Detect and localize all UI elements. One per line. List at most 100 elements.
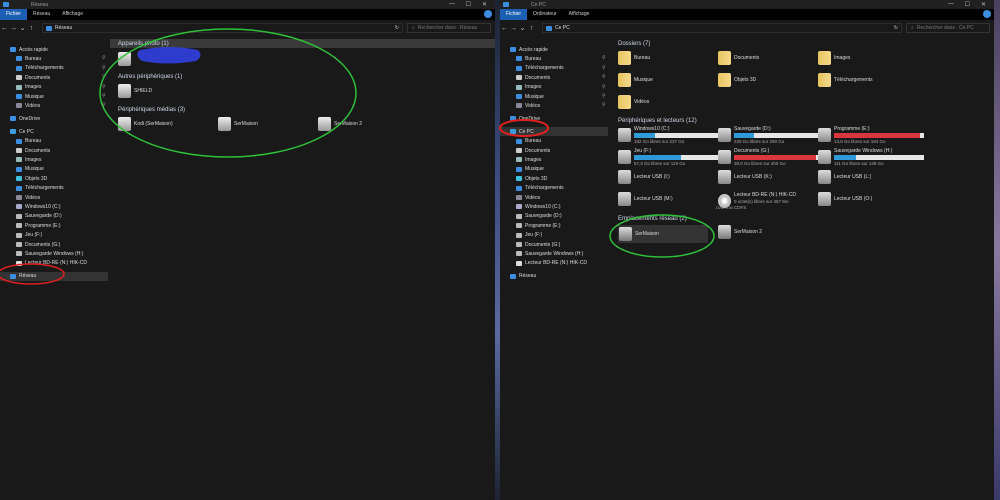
recent-dropdown[interactable]: ⌄ <box>18 24 27 32</box>
breadcrumb[interactable]: Réseau <box>55 25 72 31</box>
drive-item[interactable]: Lecteur USB (O:) <box>818 192 872 206</box>
help-icon[interactable] <box>983 10 991 18</box>
sidebar-item[interactable]: Sauvegarde Windows (H:) <box>516 249 583 258</box>
group-header[interactable]: Appareils photo (1) <box>110 39 495 48</box>
sidebar-item[interactable]: Documents <box>516 146 550 155</box>
ribbon-tab-0[interactable]: Fichier <box>500 9 528 20</box>
pin-icon[interactable]: ⚲ <box>602 55 606 61</box>
ribbon-tab-1[interactable]: Ordinateur <box>527 9 563 20</box>
refresh-icon[interactable]: ↻ <box>894 25 898 31</box>
folder-item[interactable]: Téléchargements <box>818 73 873 87</box>
drive-item[interactable]: Lecteur USB (K:) <box>718 170 772 184</box>
sidebar-item[interactable]: Bureau <box>516 54 541 63</box>
refresh-icon[interactable]: ↻ <box>395 25 399 31</box>
network-location-item[interactable]: SerMaison <box>618 225 708 243</box>
pin-icon[interactable]: ⚲ <box>102 65 106 71</box>
sidebar-item[interactable]: Téléchargements <box>16 64 64 73</box>
drive-item[interactable]: Sauvegarde (D:) 220 Go libres sur 290 Go <box>718 126 824 144</box>
sidebar-item[interactable]: Réseau <box>0 271 108 281</box>
sidebar-item[interactable]: Objets 3D <box>16 174 47 183</box>
drive-item[interactable]: Programme (E:) 13,9 Go libres sur 184 Go <box>818 126 924 144</box>
drive-item[interactable]: Lecteur USB (I:) <box>618 170 670 184</box>
sidebar-item[interactable]: Jeu (F:) <box>516 231 542 240</box>
drive-item[interactable]: Documents (G:) 38,0 Go libres sur 400 Go <box>718 148 824 166</box>
pin-icon[interactable]: ⚲ <box>102 84 106 90</box>
sidebar-item[interactable]: Musique <box>516 92 544 101</box>
sidebar-item[interactable]: Programme (E:) <box>516 221 561 230</box>
up-button[interactable]: ↑ <box>27 25 36 32</box>
sidebar-item[interactable]: Ce PC <box>10 127 34 136</box>
sidebar-item[interactable]: Vidéos <box>16 101 40 110</box>
recent-dropdown[interactable]: ⌄ <box>518 24 527 32</box>
sidebar-item[interactable]: Sauvegarde (D:) <box>16 212 62 221</box>
pin-icon[interactable]: ⚲ <box>602 93 606 99</box>
group-header-drives[interactable]: Périphériques et lecteurs (12) <box>610 116 994 125</box>
drive-item[interactable]: Lecteur USB (M:) <box>618 192 673 206</box>
sidebar-item[interactable]: Bureau <box>16 54 41 63</box>
folder-item[interactable]: Documents <box>718 51 759 65</box>
drive-item[interactable]: Windows10 (C:) 182 Go libres sur 237 Go <box>618 126 724 144</box>
group-header-network[interactable]: Emplacements réseau (2) <box>610 214 994 223</box>
back-button[interactable]: ← <box>0 25 9 32</box>
sidebar-item[interactable]: OneDrive <box>510 114 540 123</box>
sidebar-item[interactable]: Sauvegarde Windows (H:) <box>16 249 83 258</box>
sidebar-item[interactable]: Lecteur BD-RE (N:) HIK-CD <box>16 259 87 268</box>
sidebar-item[interactable]: Windows10 (C:) <box>16 202 61 211</box>
pin-icon[interactable]: ⚲ <box>102 102 106 108</box>
folder-item[interactable]: Vidéos <box>618 95 649 109</box>
sidebar-item[interactable]: Programme (E:) <box>16 221 61 230</box>
search-input[interactable]: ⌕ Rechercher dans : Réseau <box>407 23 491 33</box>
sidebar-item[interactable]: Vidéos <box>516 101 540 110</box>
sidebar-item[interactable]: Téléchargements <box>516 64 564 73</box>
sidebar-item[interactable]: Images <box>516 83 541 92</box>
device-item[interactable]: SerMaison 2 <box>318 117 362 131</box>
sidebar-item[interactable]: Documents (G:) <box>516 240 560 249</box>
sidebar-item[interactable]: Documents <box>16 73 50 82</box>
device-item[interactable]: SHIELD <box>118 84 152 98</box>
sidebar-item[interactable]: Accès rapide <box>10 45 48 54</box>
sidebar-item[interactable]: Accès rapide <box>510 45 548 54</box>
ribbon-tab-0[interactable]: Fichier <box>0 9 28 20</box>
minimize-button[interactable]: — <box>449 1 455 7</box>
sidebar-item[interactable]: Images <box>516 155 541 164</box>
close-button[interactable]: ✕ <box>981 1 986 8</box>
sidebar-item[interactable]: Sauvegarde (D:) <box>516 212 562 221</box>
ribbon-tab-2[interactable]: Affichage <box>563 9 596 20</box>
pin-icon[interactable]: ⚲ <box>602 84 606 90</box>
sidebar-item[interactable]: Objets 3D <box>516 174 547 183</box>
forward-button[interactable]: → <box>9 25 18 32</box>
pin-icon[interactable]: ⚲ <box>102 55 106 61</box>
folder-item[interactable]: Bureau <box>618 51 650 65</box>
sidebar-item[interactable]: Musique <box>16 92 44 101</box>
group-header[interactable]: Autres périphériques (1) <box>110 72 495 81</box>
path-input[interactable]: Réseau ↻ <box>42 23 403 33</box>
sidebar-item[interactable]: Documents <box>516 73 550 82</box>
path-input[interactable]: Ce PC ↻ <box>542 23 902 33</box>
sidebar-item[interactable]: Windows10 (C:) <box>516 202 561 211</box>
sidebar-item[interactable]: Téléchargements <box>16 184 64 193</box>
pin-icon[interactable]: ⚲ <box>602 74 606 80</box>
sidebar-item[interactable]: Ce PC <box>500 127 608 137</box>
sidebar-item[interactable]: Musique <box>16 165 44 174</box>
device-item[interactable] <box>118 52 134 66</box>
folder-item[interactable]: Images <box>818 51 850 65</box>
sidebar-item[interactable]: Documents <box>16 146 50 155</box>
network-location-item[interactable]: SerMaison 2 <box>718 225 762 239</box>
group-header[interactable]: Périphériques médias (3) <box>110 105 495 114</box>
sidebar-item[interactable]: Réseau <box>510 272 536 281</box>
folder-item[interactable]: Musique <box>618 73 653 87</box>
sidebar-item[interactable]: Lecteur BD-RE (N:) HIK-CD <box>516 259 587 268</box>
back-button[interactable]: ← <box>500 25 509 32</box>
sidebar-item[interactable]: Vidéos <box>516 193 540 202</box>
up-button[interactable]: ↑ <box>527 25 536 32</box>
close-button[interactable]: ✕ <box>482 1 487 8</box>
sidebar-item[interactable]: Musique <box>516 165 544 174</box>
maximize-button[interactable]: ☐ <box>965 1 970 8</box>
folder-item[interactable]: Objets 3D <box>718 73 756 87</box>
sidebar-item[interactable]: Vidéos <box>16 193 40 202</box>
minimize-button[interactable]: — <box>948 1 954 7</box>
sidebar-item[interactable]: Téléchargements <box>516 184 564 193</box>
drive-item[interactable]: Lecteur USB (L:) <box>818 170 871 184</box>
ribbon-tab-1[interactable]: Réseau <box>27 9 56 20</box>
sidebar-item[interactable]: Bureau <box>16 137 41 146</box>
